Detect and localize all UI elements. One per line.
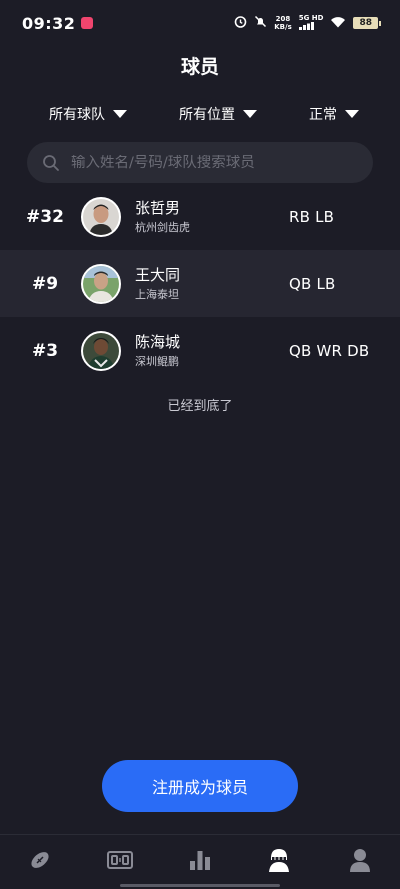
- player-name: 王大同: [135, 265, 181, 284]
- tab-games[interactable]: [20, 847, 60, 877]
- player-info: 王大同 上海泰坦: [135, 265, 180, 303]
- battery-indicator: 88: [353, 17, 381, 29]
- player-info: 张哲男 杭州剑齿虎: [135, 198, 190, 236]
- bottom-tab-bar: [0, 834, 400, 889]
- status-indicators: 208 KB/s 5G HD 88: [234, 14, 381, 32]
- network-speed: 208 KB/s: [274, 15, 291, 31]
- player-name: 陈海城: [135, 332, 181, 351]
- player-number: #3: [31, 340, 59, 361]
- player-team: 深圳鲲鹏: [135, 354, 179, 368]
- search-box[interactable]: [27, 142, 373, 183]
- tab-stats[interactable]: [180, 847, 220, 877]
- stats-icon: [188, 849, 212, 875]
- tab-profile[interactable]: [340, 847, 380, 877]
- player-team: 杭州剑齿虎: [135, 220, 190, 234]
- tab-scores[interactable]: [100, 847, 140, 877]
- profile-icon: [349, 848, 371, 876]
- player-avatar: [81, 263, 121, 304]
- team-filter-dropdown[interactable]: 所有球队: [49, 104, 127, 124]
- status-filter-label: 正常: [309, 107, 337, 123]
- app-notification-icon: [81, 17, 94, 29]
- football-icon: [28, 848, 52, 876]
- status-filter-dropdown[interactable]: 正常: [309, 104, 359, 124]
- signal-indicator: 5G HD: [298, 14, 324, 32]
- speed-value: 208: [275, 15, 291, 23]
- position-filter-dropdown[interactable]: 所有位置: [179, 104, 257, 124]
- player-helmet-icon: [266, 847, 292, 877]
- player-positions: QB WR DB: [289, 341, 370, 360]
- player-number: #9: [31, 273, 59, 294]
- player-team: 上海泰坦: [135, 287, 179, 301]
- search-input[interactable]: [71, 154, 351, 171]
- register-as-player-button[interactable]: 注册成为球员: [102, 760, 298, 812]
- caret-down-icon: [243, 110, 257, 118]
- signal-bars-icon: [298, 22, 314, 30]
- tab-players[interactable]: [259, 847, 299, 877]
- player-avatar: [81, 330, 121, 371]
- team-filter-label: 所有球队: [49, 107, 105, 123]
- scoreboard-icon: [107, 850, 133, 874]
- player-list: #32 张哲男 杭州剑齿虎 RB LB #9 王大同 上海泰坦 QB LB #3…: [0, 183, 400, 384]
- player-positions: RB LB: [289, 207, 335, 226]
- player-avatar: [81, 196, 121, 237]
- network-type: 5G HD: [298, 14, 324, 22]
- player-row[interactable]: #32 张哲男 杭州剑齿虎 RB LB: [0, 183, 400, 250]
- caret-down-icon: [345, 110, 359, 118]
- player-info: 陈海城 深圳鲲鹏: [135, 332, 180, 370]
- list-end-text: 已经到底了: [167, 399, 233, 414]
- status-time: 09:32: [22, 13, 76, 33]
- player-name: 张哲男: [135, 198, 181, 217]
- mute-bell-icon: [254, 14, 267, 32]
- page-title: 球员: [180, 56, 219, 78]
- caret-down-icon: [113, 110, 127, 118]
- player-number: #32: [26, 206, 64, 227]
- alarm-icon: [234, 14, 247, 32]
- player-positions: QB LB: [289, 274, 336, 293]
- position-filter-label: 所有位置: [179, 107, 235, 123]
- player-row[interactable]: #9 王大同 上海泰坦 QB LB: [0, 250, 400, 317]
- wifi-icon: [330, 14, 346, 32]
- speed-unit: KB/s: [274, 23, 292, 31]
- home-indicator: [120, 884, 280, 887]
- search-icon: [41, 153, 61, 173]
- player-row[interactable]: #3 陈海城 深圳鲲鹏 QB WR DB: [0, 317, 400, 384]
- filter-bar: 所有球队 所有位置 正常: [0, 104, 400, 128]
- status-bar: 09:32 208 KB/s 5G HD 88: [0, 0, 400, 46]
